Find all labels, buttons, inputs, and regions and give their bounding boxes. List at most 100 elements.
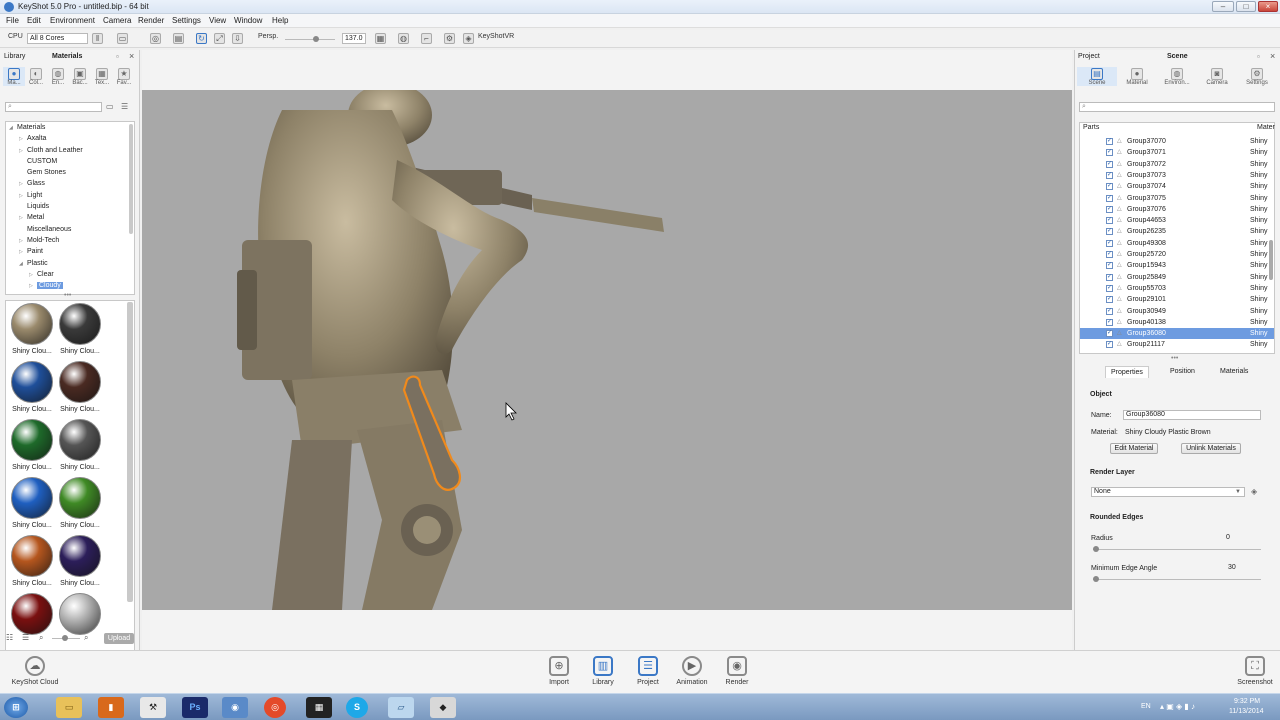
tree-item[interactable]: Miscellaneous xyxy=(6,224,134,235)
tray-icons[interactable]: ▴ ▣ ◈ ▮ ♪ xyxy=(1160,702,1195,711)
visibility-checkbox[interactable]: ✓ xyxy=(1106,262,1113,270)
tree-item[interactable]: ▷ Light xyxy=(6,190,134,201)
part-row[interactable]: ✓ △ Group21117 Shiny xyxy=(1080,339,1274,350)
video-editor-icon[interactable]: ▦ xyxy=(306,697,332,718)
tools-icon[interactable]: ⚙ xyxy=(444,33,455,44)
expand-arrow-icon[interactable]: ▷ xyxy=(29,281,37,292)
tab-textures[interactable]: ▦ Tex... xyxy=(91,67,113,86)
thumb-size-knob[interactable] xyxy=(62,635,68,641)
close-button[interactable]: × xyxy=(1258,1,1278,12)
tree-item[interactable]: ▷ Mold-Tech xyxy=(6,235,134,246)
menu-window[interactable]: Window xyxy=(234,16,262,25)
menu-edit[interactable]: Edit xyxy=(27,16,41,25)
material-thumbnail[interactable]: Shiny Clou... xyxy=(8,419,56,471)
material-thumbnail[interactable]: Shiny Clou... xyxy=(8,303,56,355)
visibility-checkbox[interactable]: ✓ xyxy=(1106,194,1113,202)
minimize-button[interactable]: – xyxy=(1212,1,1234,12)
explorer-icon[interactable]: ▭ xyxy=(56,697,82,718)
splitter-handle[interactable]: ••• xyxy=(64,292,71,299)
tree-item[interactable]: ▷ Paint xyxy=(6,246,134,257)
layers-icon[interactable]: ◈ xyxy=(1251,487,1257,496)
tree-item[interactable]: ▷ Clear xyxy=(6,269,134,280)
min-edge-angle-input[interactable]: 30 xyxy=(1225,563,1261,573)
library-button[interactable]: ▥ Library xyxy=(583,656,623,686)
grid-view-icon[interactable]: ☷ xyxy=(6,633,13,642)
radius-slider-knob[interactable] xyxy=(1093,546,1099,552)
grid-icon[interactable]: ▦ xyxy=(375,33,386,44)
material-thumbnail[interactable]: Shiny Clou... xyxy=(8,361,56,413)
visibility-checkbox[interactable]: ✓ xyxy=(1106,284,1113,292)
keyshot-cloud-button[interactable]: ☁ KeyShot Cloud xyxy=(10,656,60,686)
visibility-checkbox[interactable]: ✓ xyxy=(1106,138,1113,145)
clock-time[interactable]: 9:32 PM xyxy=(1234,698,1260,705)
tree-item[interactable]: ▷ Metal xyxy=(6,212,134,223)
maximize-button[interactable]: □ xyxy=(1236,1,1256,12)
tree-item[interactable]: Gem Stones xyxy=(6,167,134,178)
material-thumbnail[interactable]: Shiny Clou... xyxy=(56,303,104,355)
visibility-checkbox[interactable]: ✓ xyxy=(1106,330,1113,338)
part-row[interactable]: ✓ △ Group37072 Shiny xyxy=(1080,159,1274,170)
tab-position[interactable]: Position xyxy=(1165,366,1200,378)
part-row[interactable]: ✓ △ Group55703 Shiny xyxy=(1080,283,1274,294)
material-thumbnail[interactable] xyxy=(56,593,104,638)
tab-colors[interactable]: ◐ Col... xyxy=(25,67,47,86)
part-row[interactable]: ✓ △ Group37074 Shiny xyxy=(1080,181,1274,192)
part-row[interactable]: ✓ △ Group15943 Shiny xyxy=(1080,260,1274,271)
expand-arrow-icon[interactable]: ◢ xyxy=(19,259,27,270)
menu-camera[interactable]: Camera xyxy=(103,16,131,25)
radius-slider[interactable] xyxy=(1093,549,1261,550)
min-edge-angle-knob[interactable] xyxy=(1093,576,1099,582)
folder-icon[interactable]: ▭ xyxy=(106,102,114,111)
tree-item[interactable]: ▷ Axalta xyxy=(6,133,134,144)
visibility-checkbox[interactable]: ✓ xyxy=(1106,318,1113,326)
keyshot-taskbar-icon[interactable]: ◉ xyxy=(222,697,248,718)
part-row[interactable]: ✓ △ Group37071 Shiny xyxy=(1080,147,1274,158)
visibility-checkbox[interactable]: ✓ xyxy=(1106,307,1113,315)
scene-search-input[interactable]: ⌕ xyxy=(1079,102,1275,112)
tree-item[interactable]: ◢ Plastic xyxy=(6,258,134,269)
menu-render[interactable]: Render xyxy=(138,16,164,25)
cpu-cores-select[interactable]: All 8 Cores xyxy=(27,33,88,44)
menu-environment[interactable]: Environment xyxy=(50,16,95,25)
fov-input[interactable]: 137.0 xyxy=(342,33,366,44)
window-icon[interactable]: ▱ xyxy=(388,697,414,718)
tree-item[interactable]: ◢ Materials xyxy=(6,122,134,133)
material-thumbnail[interactable]: Shiny Clou... xyxy=(8,535,56,587)
name-field[interactable]: Group36080 xyxy=(1123,410,1261,420)
part-row[interactable]: ✓ △ Group37073 Shiny xyxy=(1080,170,1274,181)
menu-view[interactable]: View xyxy=(209,16,226,25)
material-thumbnail[interactable]: Shiny Clou... xyxy=(56,535,104,587)
fit-view-icon[interactable]: ⤢ xyxy=(214,33,225,44)
part-row[interactable]: ✓ △ Group49308 Shiny xyxy=(1080,238,1274,249)
part-row[interactable]: ✓ △ Group37076 Shiny xyxy=(1080,204,1274,215)
tree-item[interactable]: ▷ Cloth and Leather xyxy=(6,145,134,156)
clock-date[interactable]: 11/13/2014 xyxy=(1229,708,1264,715)
part-row[interactable]: ✓ △ Group37075 Shiny xyxy=(1080,193,1274,204)
clipboard-icon[interactable]: ▤ xyxy=(173,33,184,44)
library-search-input[interactable]: ⌕ xyxy=(5,102,102,112)
screenshot-icon[interactable]: ◎ xyxy=(150,33,161,44)
undock-icon[interactable]: ▫ xyxy=(116,52,119,61)
part-row[interactable]: ✓ △ Group40138 Shiny xyxy=(1080,317,1274,328)
material-thumbnail[interactable]: Shiny Clou... xyxy=(56,477,104,529)
tab-settings[interactable]: ⚙ Settings xyxy=(1237,67,1277,86)
game-icon[interactable]: ◆ xyxy=(430,697,456,718)
expand-arrow-icon[interactable]: ▷ xyxy=(19,247,27,258)
list-view-icon[interactable]: ☰ xyxy=(121,102,128,111)
material-thumbnail[interactable]: Shiny Clou... xyxy=(8,477,56,529)
radius-input[interactable]: 0 xyxy=(1223,533,1261,543)
tab-properties[interactable]: Properties xyxy=(1105,366,1149,378)
render-button[interactable]: ◉ Render xyxy=(717,656,757,686)
animation-button[interactable]: ▶ Animation xyxy=(672,656,712,686)
region-icon[interactable]: ◍ xyxy=(398,33,409,44)
refresh-icon[interactable]: ↻ xyxy=(196,33,207,44)
visibility-checkbox[interactable]: ✓ xyxy=(1106,183,1113,191)
upload-button[interactable]: Upload xyxy=(104,633,134,644)
visibility-checkbox[interactable]: ✓ xyxy=(1106,171,1113,179)
expand-arrow-icon[interactable]: ▷ xyxy=(19,146,27,157)
edit-material-button[interactable]: Edit Material xyxy=(1110,443,1158,454)
part-row[interactable]: ✓ △ Group25849 Shiny xyxy=(1080,272,1274,283)
fov-slider-knob[interactable] xyxy=(313,36,319,42)
skype-icon[interactable]: S xyxy=(346,697,368,718)
parts-scrollbar[interactable] xyxy=(1269,240,1273,280)
